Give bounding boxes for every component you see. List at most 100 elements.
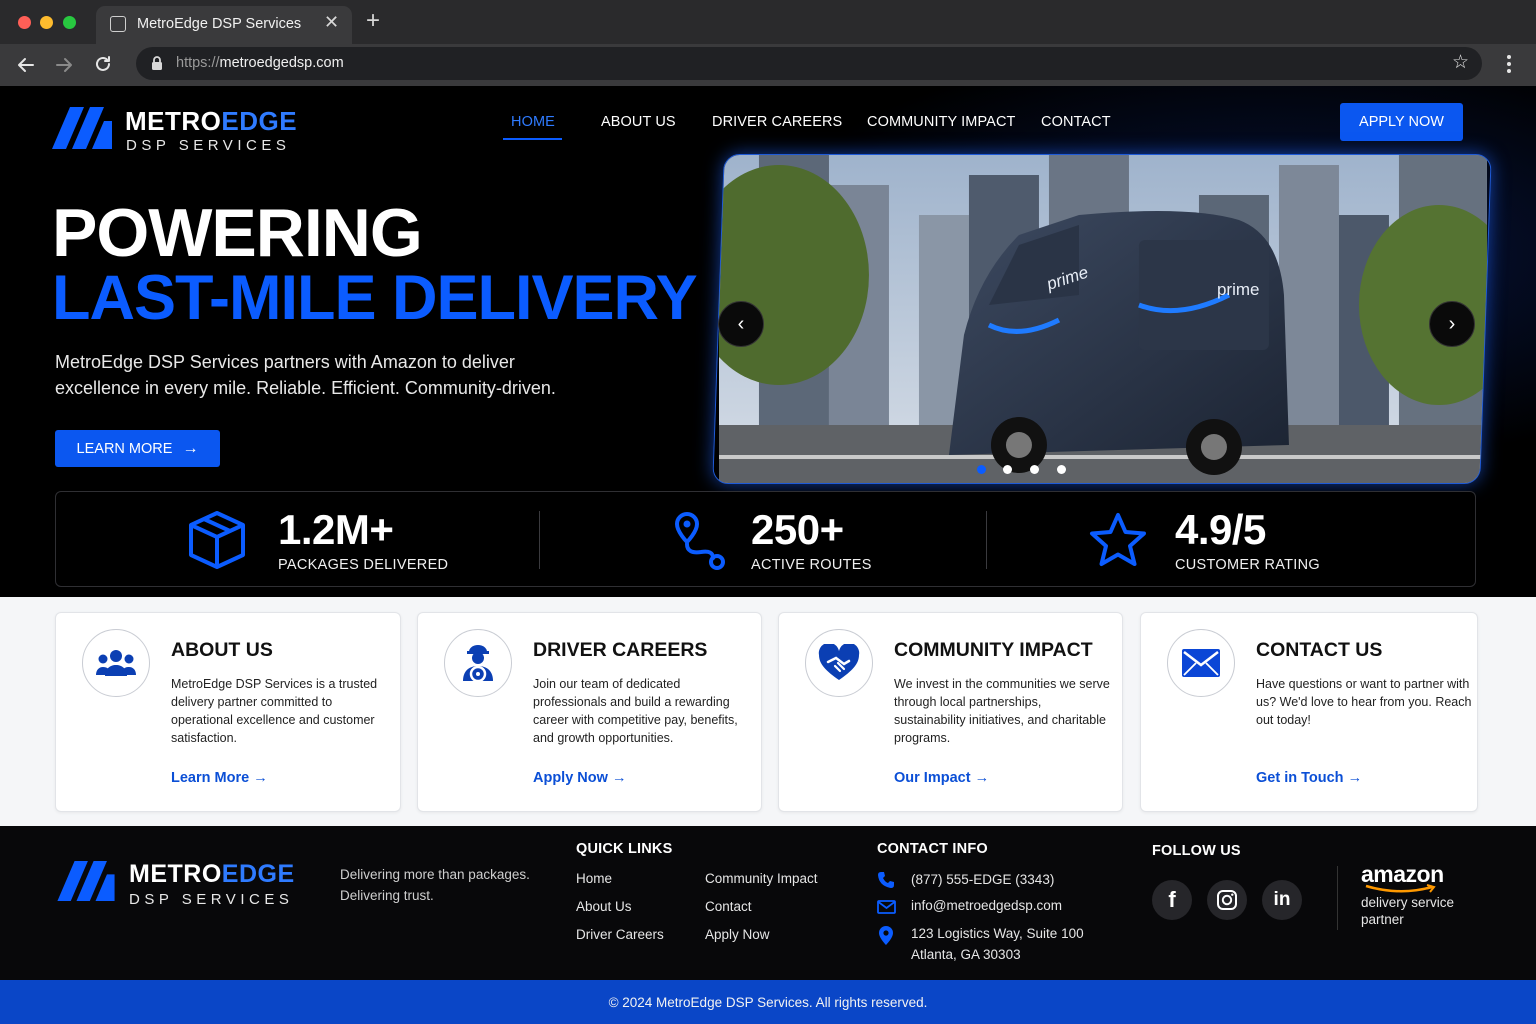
stat-packages-label: PACKAGES DELIVERED (278, 557, 449, 573)
minimize-window-button[interactable] (40, 16, 53, 29)
copyright-bar: © 2024 MetroEdge DSP Services. All right… (0, 980, 1536, 1024)
our-impact-link[interactable]: Our Impact → (894, 770, 989, 786)
quick-links-heading: QUICK LINKS (576, 841, 673, 857)
hero-heading-line2: LAST-MILE DELIVERY (52, 263, 698, 333)
lock-icon (152, 56, 162, 70)
card-community-impact: COMMUNITY IMPACT We invest in the commun… (778, 612, 1123, 812)
team-icon (96, 650, 136, 676)
arrow-right-icon: → (253, 770, 268, 786)
footer-link-apply-now[interactable]: Apply Now (705, 927, 770, 942)
footer-tagline-2: Delivering trust. (340, 888, 434, 903)
footer-link-about-us[interactable]: About Us (576, 899, 632, 914)
package-icon (189, 511, 245, 569)
arrow-right-icon: → (974, 770, 990, 786)
card-title: DRIVER CAREERS (533, 639, 708, 661)
location-pin-icon (879, 926, 893, 945)
footer-link-home[interactable]: Home (576, 871, 612, 886)
arrow-right-icon: → (1347, 770, 1363, 786)
footer-divider (1337, 866, 1338, 930)
footer-link-contact[interactable]: Contact (705, 899, 752, 914)
footer-address-2: Atlanta, GA 30303 (911, 947, 1021, 962)
close-tab-icon[interactable]: ✕ (324, 12, 339, 33)
driver-icon (463, 645, 493, 683)
footer-link-community-impact[interactable]: Community Impact (705, 871, 818, 886)
linkedin-button[interactable]: in (1262, 880, 1302, 920)
site-header-hero: METROEDGE DSP SERVICES HOME ABOUT US DRI… (0, 86, 1536, 597)
heart-handshake-icon (818, 644, 860, 680)
nav-community-impact[interactable]: COMMUNITY IMPACT (867, 114, 1015, 130)
learn-more-label: LEARN MORE (76, 440, 173, 457)
learn-more-link[interactable]: Learn More → (171, 770, 268, 786)
card-body: MetroEdge DSP Services is a trusted deli… (171, 677, 378, 745)
footer-logo-wordmark: METROEDGE (129, 860, 295, 888)
back-icon[interactable] (16, 55, 36, 75)
carousel-dot-1[interactable] (977, 465, 986, 474)
get-in-touch-link[interactable]: Get in Touch → (1256, 770, 1362, 786)
instagram-button[interactable] (1207, 880, 1247, 920)
maximize-window-button[interactable] (63, 16, 76, 29)
browser-tab[interactable]: MetroEdge DSP Services ✕ (96, 6, 352, 44)
envelope-icon-circle (1167, 629, 1235, 697)
amazon-partner-badge: amazon delivery service partner (1361, 861, 1471, 941)
reload-icon[interactable] (93, 54, 113, 74)
card-about-us: ABOUT US MetroEdge DSP Services is a tru… (55, 612, 401, 812)
logo-mark-icon (52, 107, 112, 149)
van-brand-text-2: prime (1217, 280, 1260, 299)
site-logo[interactable]: METROEDGE DSP SERVICES (52, 106, 312, 156)
envelope-icon (1182, 649, 1220, 677)
team-icon-circle (82, 629, 150, 697)
browser-menu-icon[interactable] (1504, 54, 1514, 74)
card-body: We invest in the communities we serve th… (894, 677, 1110, 745)
footer-phone[interactable]: (877) 555-EDGE (3343) (911, 872, 1054, 887)
close-window-button[interactable] (18, 16, 31, 29)
stat-rating-label: CUSTOMER RATING (1175, 557, 1320, 573)
apply-now-button[interactable]: APPLY NOW (1340, 103, 1463, 141)
email-icon (877, 900, 896, 914)
url-bar[interactable]: https://metroedgedsp.com ☆ (136, 47, 1482, 80)
driver-icon-circle (444, 629, 512, 697)
partner-line-1: delivery service (1361, 895, 1455, 910)
browser-tab-bar: MetroEdge DSP Services ✕ + (0, 0, 1536, 44)
facebook-button[interactable]: f (1152, 880, 1192, 920)
new-tab-button[interactable]: + (366, 8, 380, 34)
carousel-prev-button[interactable]: ‹ (718, 301, 764, 347)
card-body: Have questions or want to partner with u… (1256, 677, 1472, 727)
footer-email[interactable]: info@metroedgedsp.com (911, 898, 1062, 913)
carousel-dot-4[interactable] (1057, 465, 1066, 474)
nav-active-underline (503, 138, 562, 140)
copyright-text: © 2024 MetroEdge DSP Services. All right… (608, 994, 928, 1010)
card-title: CONTACT US (1256, 639, 1383, 661)
star-icon (1090, 513, 1146, 566)
forward-icon[interactable] (54, 55, 74, 75)
phone-icon (878, 872, 894, 888)
logo-wordmark: METROEDGE (125, 106, 298, 136)
nav-home[interactable]: HOME (511, 114, 555, 130)
card-body: Join our team of dedicated professionals… (533, 677, 738, 745)
footer-address-1: 123 Logistics Way, Suite 100 (911, 926, 1084, 941)
stat-routes-value: 250+ (751, 506, 844, 553)
hero-van-image: prime prime (712, 154, 1492, 484)
carousel-dot-2[interactable] (1003, 465, 1012, 474)
apply-now-link[interactable]: Apply Now → (533, 770, 626, 786)
logo-subtitle: DSP SERVICES (126, 137, 291, 154)
nav-contact[interactable]: CONTACT (1041, 114, 1111, 130)
stat-routes-label: ACTIVE ROUTES (751, 557, 872, 573)
stat-packages-value: 1.2M+ (278, 506, 394, 553)
follow-us-heading: FOLLOW US (1152, 843, 1241, 859)
bookmark-star-icon[interactable]: ☆ (1452, 51, 1469, 74)
carousel-next-button[interactable]: › (1429, 301, 1475, 347)
instagram-icon (1217, 890, 1237, 910)
card-contact-us: CONTACT US Have questions or want to par… (1140, 612, 1478, 812)
learn-more-button[interactable]: LEARN MORE → (55, 430, 220, 467)
footer-link-driver-careers[interactable]: Driver Careers (576, 927, 664, 942)
card-title: ABOUT US (171, 639, 273, 661)
chevron-right-icon: › (1448, 312, 1456, 335)
url-text: https://metroedgedsp.com (176, 55, 344, 71)
nav-driver-careers[interactable]: DRIVER CAREERS (712, 114, 842, 130)
carousel-dot-3[interactable] (1030, 465, 1039, 474)
chevron-left-icon: ‹ (737, 312, 745, 335)
card-driver-careers: DRIVER CAREERS Join our team of dedicate… (417, 612, 762, 812)
logo-mark-icon (57, 861, 115, 901)
nav-about-us[interactable]: ABOUT US (601, 114, 676, 130)
footer-logo[interactable]: METROEDGE DSP SERVICES (57, 860, 317, 910)
